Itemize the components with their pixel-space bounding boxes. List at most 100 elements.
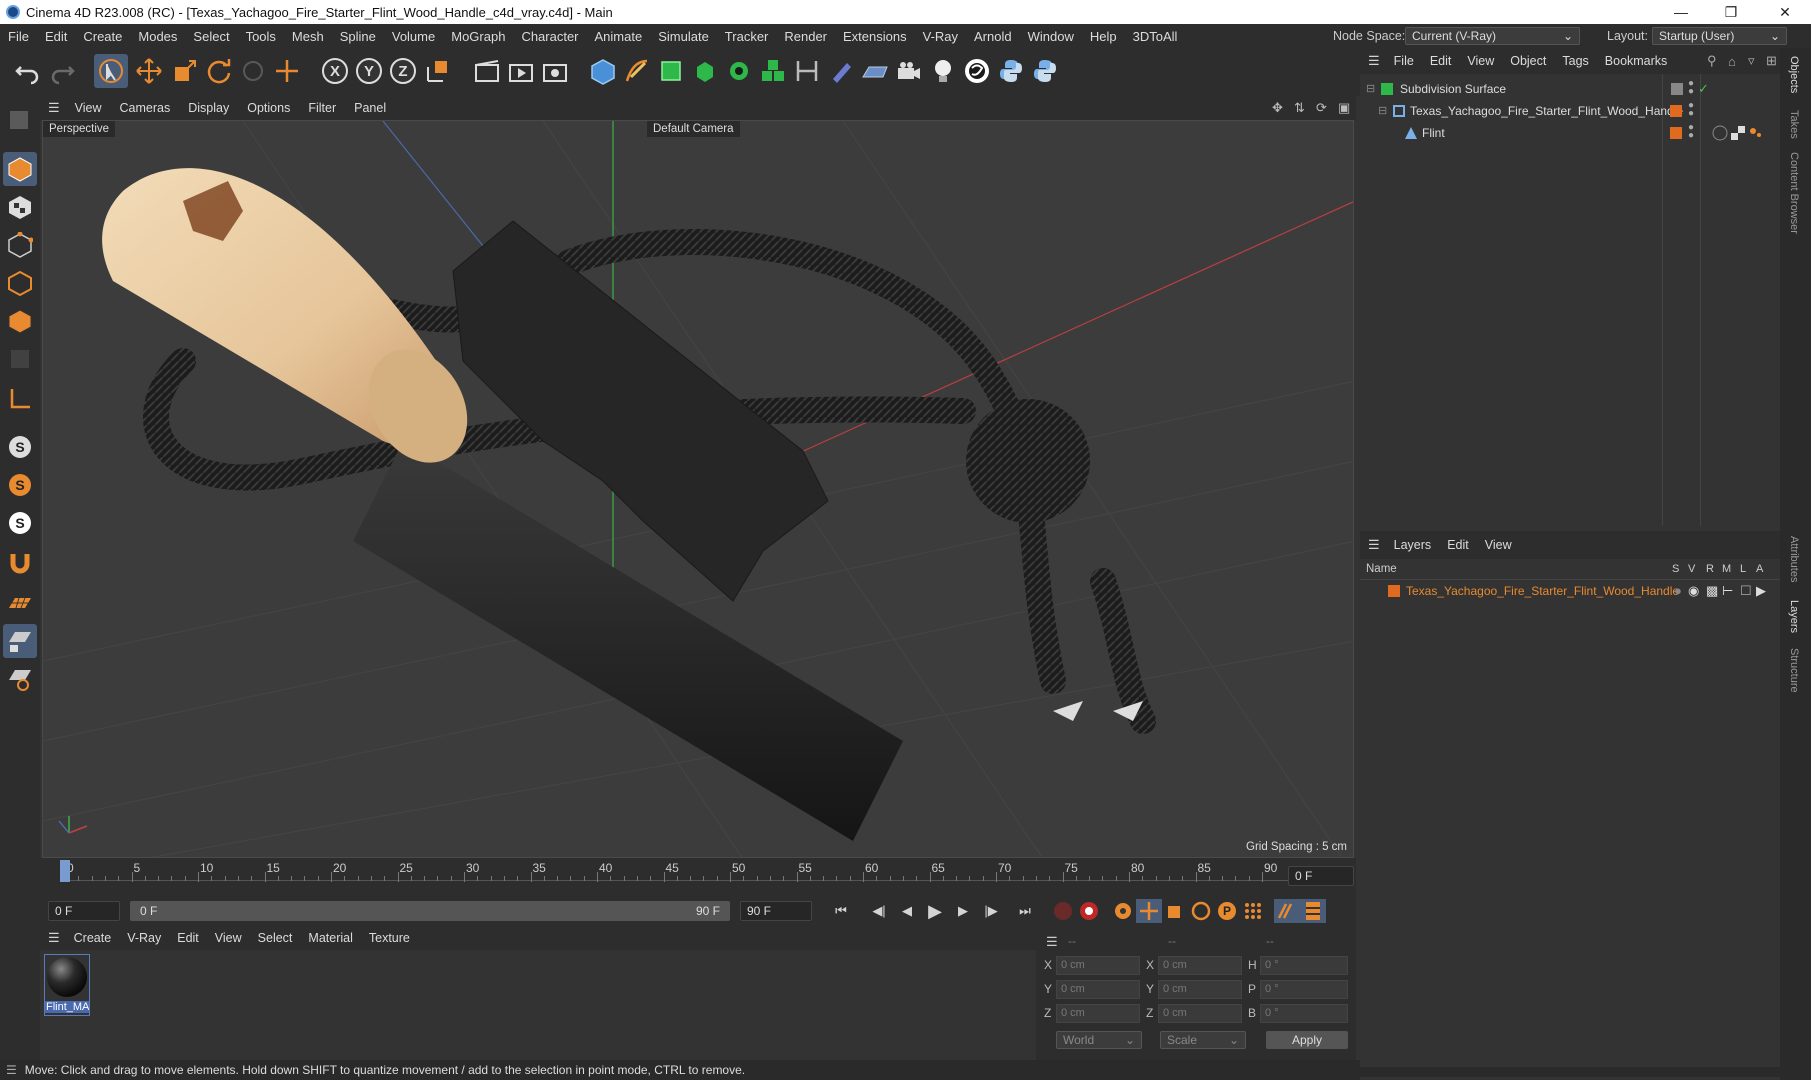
material-menu-select[interactable]: Select: [250, 931, 301, 945]
points-mode-button[interactable]: [3, 228, 37, 262]
layer-column-visible[interactable]: V: [1688, 563, 1695, 575]
planar-workplane-button[interactable]: [3, 662, 37, 696]
node-space-dropdown[interactable]: Current (V-Ray) ⌄: [1405, 27, 1580, 45]
visibility-dots-icon[interactable]: ● ●: [1688, 123, 1694, 141]
floor-button[interactable]: [858, 54, 892, 88]
menu-spline[interactable]: Spline: [332, 29, 384, 44]
menu-create[interactable]: Create: [75, 29, 130, 44]
minimize-icon[interactable]: —: [1658, 0, 1704, 24]
enabled-check-icon[interactable]: ✓: [1698, 81, 1709, 97]
y-axis-lock-button[interactable]: Y: [352, 54, 386, 88]
undo-button[interactable]: [10, 54, 44, 88]
viewport-menu-display[interactable]: Display: [179, 101, 238, 115]
timeline-window-button[interactable]: [1300, 899, 1326, 923]
restore-icon[interactable]: ❐: [1708, 0, 1754, 24]
subdivision-surface-button[interactable]: [654, 54, 688, 88]
field-button[interactable]: [824, 54, 858, 88]
material-menu-create[interactable]: Create: [66, 931, 120, 945]
render-picture-viewer-button[interactable]: [504, 54, 538, 88]
placement-tool-button[interactable]: [270, 54, 304, 88]
hamburger-icon[interactable]: ☰: [0, 1063, 25, 1077]
python-script-button[interactable]: [994, 54, 1028, 88]
rot-p-field[interactable]: 0 °: [1260, 980, 1348, 999]
menu-window[interactable]: Window: [1020, 29, 1082, 44]
layers-menu-view[interactable]: View: [1477, 538, 1520, 552]
material-swatch[interactable]: Flint_MA: [44, 954, 90, 1016]
tab-content-browser[interactable]: Content Browser: [1788, 152, 1800, 234]
polygons-mode-button[interactable]: [3, 304, 37, 338]
layer-color-swatch[interactable]: [1670, 105, 1682, 117]
viewport-menu-view[interactable]: View: [66, 101, 111, 115]
x-axis-lock-button[interactable]: X: [318, 54, 352, 88]
auto-key-button[interactable]: [1076, 899, 1102, 923]
object-menu-object[interactable]: Object: [1502, 54, 1554, 68]
camera-button[interactable]: [892, 54, 926, 88]
timeline-ruler[interactable]: 0 5 10 15 20 25 30 35 40 45 50 55 60 65 70 75 80 85 90 0 F: [40, 858, 1356, 894]
pos-z-field[interactable]: 0 cm: [1056, 1004, 1140, 1023]
material-menu-view[interactable]: View: [207, 931, 250, 945]
menu-3dtoall[interactable]: 3DToAll: [1125, 29, 1186, 44]
playhead-marker[interactable]: [60, 860, 70, 882]
3d-viewport[interactable]: Perspective Default Camera Grid Spacing …: [42, 120, 1354, 858]
material-menu-texture[interactable]: Texture: [361, 931, 418, 945]
texture-tag-icon[interactable]: [1730, 125, 1746, 141]
viewport-menu-panel[interactable]: Panel: [345, 101, 395, 115]
render-view-button[interactable]: [470, 54, 504, 88]
menu-render[interactable]: Render: [776, 29, 835, 44]
collapse-icon[interactable]: ⊟: [1366, 82, 1375, 95]
tweak-button[interactable]: [3, 546, 37, 580]
object-menu-bookmarks[interactable]: Bookmarks: [1597, 54, 1676, 68]
previous-frame-button[interactable]: ◀: [894, 899, 920, 923]
pos-x-field[interactable]: 0 cm: [1056, 956, 1140, 975]
workplane-button[interactable]: [3, 586, 37, 620]
hamburger-icon[interactable]: ☰: [1360, 53, 1386, 69]
menu-tracker[interactable]: Tracker: [717, 29, 777, 44]
layer-color-swatch[interactable]: [1388, 585, 1400, 597]
object-row[interactable]: ⊟ Texas_Yachagoo_Fire_Starter_Flint_Wood…: [1360, 101, 1780, 122]
lock-icon[interactable]: ☐: [1740, 583, 1752, 599]
mograph-fracture-button[interactable]: [756, 54, 790, 88]
menu-character[interactable]: Character: [513, 29, 586, 44]
size-x-field[interactable]: 0 cm: [1158, 956, 1242, 975]
size-z-field[interactable]: 0 cm: [1158, 1004, 1242, 1023]
extrude-button[interactable]: [688, 54, 722, 88]
key-pla-button[interactable]: [1240, 899, 1266, 923]
menu-select[interactable]: Select: [185, 29, 237, 44]
horizontal-scrollbar[interactable]: [1360, 1067, 1780, 1077]
new-view-icon[interactable]: ⊞: [1766, 53, 1777, 69]
model-mode-button[interactable]: [3, 152, 37, 186]
menu-simulate[interactable]: Simulate: [650, 29, 717, 44]
tab-structure[interactable]: Structure: [1788, 648, 1800, 693]
menu-mesh[interactable]: Mesh: [284, 29, 332, 44]
current-frame-field[interactable]: 0 F: [1288, 866, 1354, 886]
range-slider[interactable]: 0 F 90 F: [130, 901, 730, 921]
hamburger-icon[interactable]: ☰: [40, 930, 66, 946]
select-tool-button[interactable]: [94, 54, 128, 88]
object-menu-edit[interactable]: Edit: [1422, 54, 1460, 68]
tab-objects[interactable]: Objects: [1788, 56, 1800, 93]
next-key-button[interactable]: |▶: [978, 899, 1004, 923]
layer-column-animation[interactable]: A: [1756, 563, 1763, 575]
rot-h-field[interactable]: 0 °: [1260, 956, 1348, 975]
light-button[interactable]: [926, 54, 960, 88]
dolly-view-icon[interactable]: ⇅: [1294, 100, 1305, 116]
menu-animate[interactable]: Animate: [587, 29, 651, 44]
transform-mode-dropdown[interactable]: Scale ⌄: [1160, 1031, 1246, 1049]
key-scale-button[interactable]: [1162, 899, 1188, 923]
layers-menu-edit[interactable]: Edit: [1439, 538, 1477, 552]
object-menu-file[interactable]: File: [1386, 54, 1422, 68]
close-icon[interactable]: ✕: [1762, 0, 1808, 24]
vray-button[interactable]: [960, 54, 994, 88]
layer-column-manager[interactable]: M: [1722, 563, 1731, 575]
hamburger-icon[interactable]: ☰: [1046, 934, 1058, 950]
vray-tag-icon[interactable]: [1748, 125, 1764, 141]
key-rotation-button[interactable]: [1188, 899, 1214, 923]
hamburger-icon[interactable]: ☰: [1360, 537, 1386, 553]
layer-column-solo[interactable]: S: [1672, 563, 1679, 575]
layout-dropdown[interactable]: Startup (User) ⌄: [1652, 27, 1787, 45]
layer-column-locked[interactable]: L: [1740, 563, 1746, 575]
menu-file[interactable]: File: [0, 29, 37, 44]
menu-volume[interactable]: Volume: [384, 29, 443, 44]
layers-menu-layers[interactable]: Layers: [1386, 538, 1440, 552]
filter-icon[interactable]: ▿: [1748, 53, 1755, 69]
